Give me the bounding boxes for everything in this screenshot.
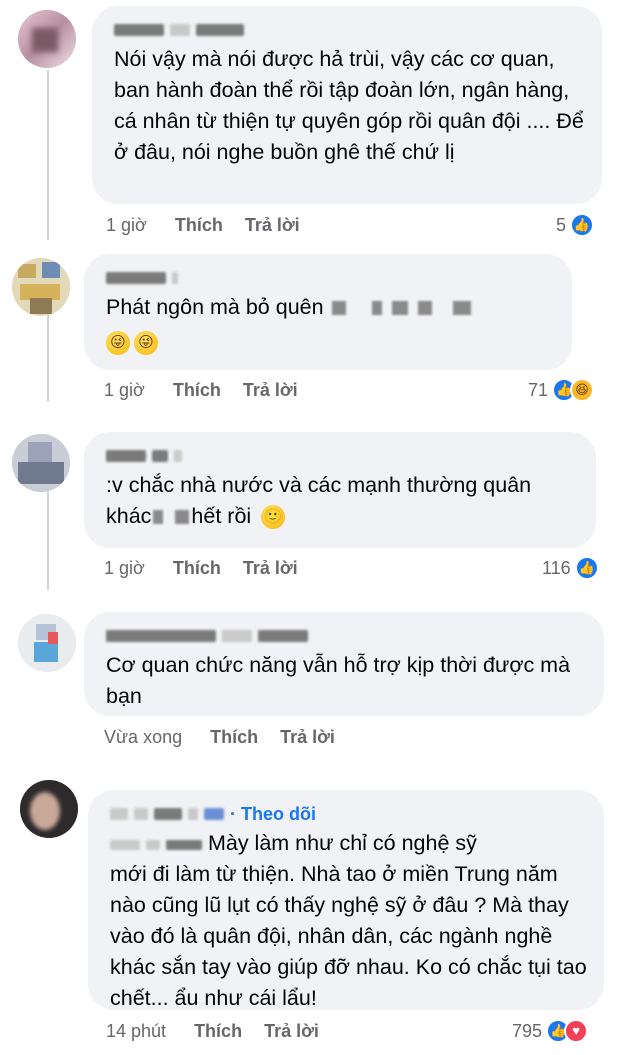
avatar[interactable] [20,780,78,838]
like-button[interactable]: Thích [194,1021,242,1042]
comment-time[interactable]: 14 phút [106,1021,166,1042]
comment-actions: Vừa xong Thích Trả lời [104,727,357,748]
reaction-count: 116 [542,557,571,578]
haha-icon: 😆 [570,378,595,402]
avatar[interactable] [18,10,76,68]
reaction-count: 795 [512,1020,543,1041]
author-name[interactable] [106,446,578,466]
reaction-count: 5 [556,214,567,235]
smile-emoji: 🙂 [261,505,286,530]
like-button[interactable]: Thích [173,380,221,401]
comment-bubble: Phát ngôn mà bỏ quên 😜 😜 [84,254,572,370]
reply-button[interactable]: Trả lời [243,558,298,579]
comment-text-fragment: hết rồi [191,504,252,528]
comment-text: :v chắc nhà nước và các mạnh thường quân… [106,470,578,532]
thread-line [47,490,49,590]
reaction-summary[interactable]: 795 👍 ♥ [512,1019,589,1043]
author-name[interactable]: · Theo dõi [110,804,586,824]
comment-bubble: Nói vậy mà nói được hả trùi, vậy các cơ … [92,6,602,204]
comment-bubble: · Theo dõi Mày làm như chỉ có nghệ sỹ mớ… [88,790,604,1010]
comment-time[interactable]: 1 giờ [104,380,145,401]
comment-time[interactable]: 1 giờ [104,558,145,579]
reaction-summary[interactable]: 116 👍 [542,556,599,580]
winking-tongue-emoji: 😜 [134,331,158,355]
reaction-summary[interactable]: 71 👍 😆 [528,378,595,402]
comment-time[interactable]: Vừa xong [104,727,182,748]
comment-text-fragment: khác [106,504,152,528]
comment-actions: 1 giờ Thích Trả lời [106,215,322,236]
reply-button[interactable]: Trả lời [245,215,300,236]
thread-line [47,70,49,240]
reply-button[interactable]: Trả lời [264,1021,319,1042]
comment-text-line: :v chắc nhà nước và các mạnh thường quân [106,473,532,497]
thread-line [47,312,49,402]
author-name[interactable] [114,20,584,40]
comment-text: Nói vậy mà nói được hả trùi, vậy các cơ … [114,47,584,164]
follow-button[interactable]: · Theo dõi [230,804,316,825]
author-name[interactable] [106,268,554,288]
comment-actions: 1 giờ Thích Trả lời [104,380,320,401]
like-icon: 👍 [574,556,599,580]
love-icon: ♥ [564,1019,589,1043]
reaction-summary[interactable]: 5 👍 [556,213,595,237]
comment-bubble: :v chắc nhà nước và các mạnh thường quân… [84,432,596,548]
avatar[interactable] [12,258,70,316]
like-button[interactable]: Thích [173,558,221,579]
avatar[interactable] [18,614,76,672]
author-name[interactable] [106,626,586,646]
comment-text-line: Phát ngôn mà bỏ quên [106,295,324,319]
crazy-face-emoji: 😜 [106,331,130,355]
reply-button[interactable]: Trả lời [280,727,335,748]
comment-actions: 14 phút Thích Trả lời [106,1021,341,1042]
comment-bubble: Cơ quan chức năng vẫn hỗ trợ kịp thời đư… [84,612,604,716]
comment-text-line: Mày làm như chỉ có nghệ sỹ [207,831,477,855]
reply-button[interactable]: Trả lời [243,380,298,401]
like-button[interactable]: Thích [175,215,223,236]
comment-text: Cơ quan chức năng vẫn hỗ trợ kịp thời đư… [106,653,571,708]
avatar[interactable] [12,434,70,492]
comment-time[interactable]: 1 giờ [106,215,147,236]
comment-actions: 1 giờ Thích Trả lời [104,558,320,579]
emoji-row: 😜 😜 [106,331,554,355]
like-button[interactable]: Thích [210,727,258,748]
comment-text: Phát ngôn mà bỏ quên [106,292,554,323]
like-icon: 👍 [570,213,595,237]
reaction-count: 71 [528,379,549,400]
comment-text: Mày làm như chỉ có nghệ sỹ mới đi làm từ… [110,828,588,1014]
comment-text-rest: mới đi làm từ thiện. Nhà tao ở miền Trun… [110,862,587,1010]
